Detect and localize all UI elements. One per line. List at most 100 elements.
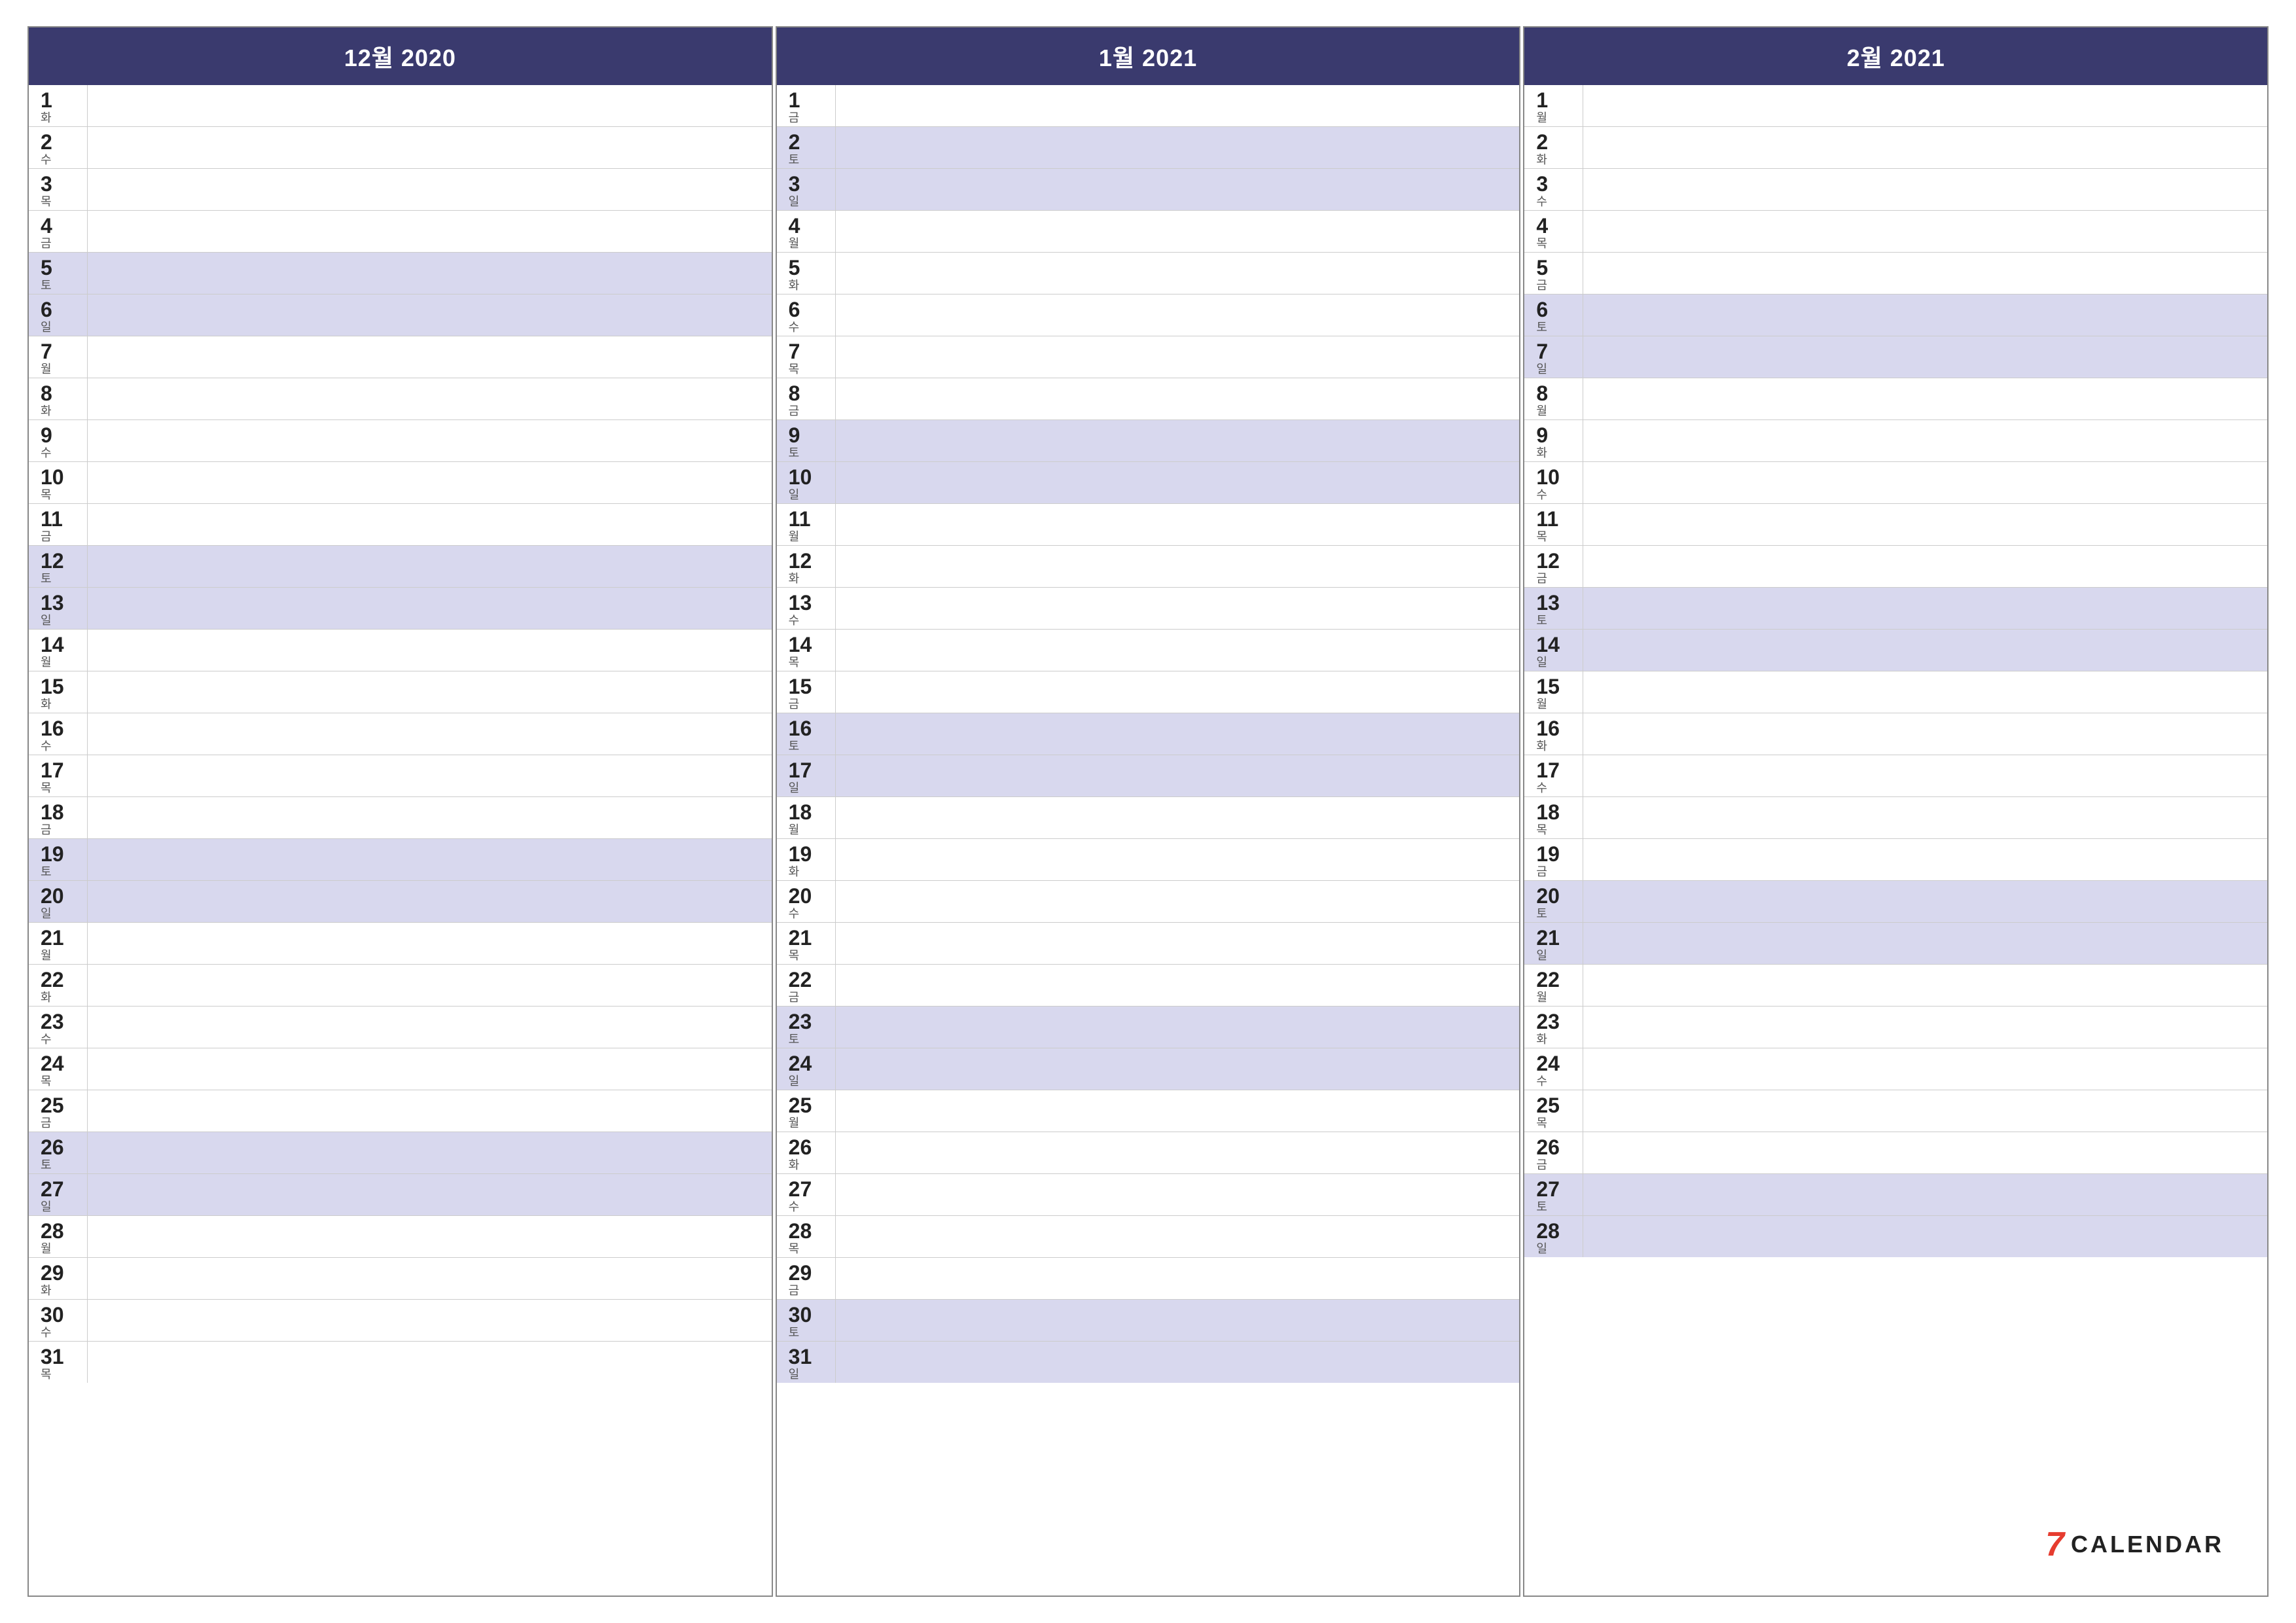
day-content-cell	[88, 839, 772, 880]
day-num: 11	[1536, 508, 1558, 531]
day-row: 2토	[777, 127, 1520, 169]
day-name: 목	[1536, 1117, 1547, 1130]
day-name: 화	[41, 112, 52, 125]
day-num: 21	[1536, 927, 1560, 950]
day-name: 토	[789, 154, 800, 167]
day-number-cell: 28월	[29, 1216, 88, 1257]
day-name: 일	[41, 321, 52, 334]
day-content-cell	[88, 546, 772, 587]
day-number-cell: 13수	[777, 588, 836, 629]
day-number-cell: 16화	[1524, 713, 1583, 755]
day-content-cell	[88, 169, 772, 210]
day-name: 월	[789, 531, 800, 544]
day-num: 19	[41, 843, 64, 866]
day-name: 금	[41, 238, 52, 251]
day-row: 2수	[29, 127, 772, 169]
day-num: 16	[1536, 717, 1560, 740]
day-name: 목	[789, 363, 800, 376]
day-number-cell: 26토	[29, 1132, 88, 1173]
day-number-cell: 9토	[777, 420, 836, 461]
day-row: 28월	[29, 1216, 772, 1258]
day-row: 23토	[777, 1007, 1520, 1048]
day-row: 5화	[777, 253, 1520, 294]
day-row: 14일	[1524, 630, 2267, 671]
day-number-cell: 12화	[777, 546, 836, 587]
day-number-cell: 13일	[29, 588, 88, 629]
day-number-cell: 14월	[29, 630, 88, 671]
day-num: 4	[1536, 215, 1548, 238]
day-num: 8	[41, 382, 52, 405]
day-content-cell	[1583, 420, 2267, 461]
day-content-cell	[88, 85, 772, 126]
day-content-cell	[88, 1174, 772, 1215]
day-content-cell	[1583, 755, 2267, 796]
day-row: 31일	[777, 1342, 1520, 1383]
day-number-cell: 20수	[777, 881, 836, 922]
day-name: 목	[41, 1368, 52, 1382]
day-number-cell: 5화	[777, 253, 836, 294]
day-number-cell: 31일	[777, 1342, 836, 1383]
day-num: 18	[41, 801, 64, 824]
day-name: 토	[41, 573, 52, 586]
day-content-cell	[836, 378, 1520, 419]
day-content-cell	[88, 671, 772, 713]
day-row: 9수	[29, 420, 772, 462]
day-row: 3수	[1524, 169, 2267, 211]
day-number-cell: 10수	[1524, 462, 1583, 503]
day-name: 화	[1536, 154, 1547, 167]
day-num: 7	[41, 340, 52, 363]
day-number-cell: 12금	[1524, 546, 1583, 587]
day-name: 수	[789, 1201, 800, 1214]
day-content-cell	[88, 713, 772, 755]
month-header-feb2021: 2월 2021	[1524, 27, 2267, 85]
day-num: 15	[1536, 675, 1560, 698]
month-col-feb2021: 2월 20211월2화3수4목5금6토7일8월9화10수11목12금13토14일…	[1523, 26, 2269, 1597]
day-row: 4목	[1524, 211, 2267, 253]
day-row: 8금	[777, 378, 1520, 420]
day-row: 21일	[1524, 923, 2267, 965]
day-content-cell	[836, 1090, 1520, 1132]
month-col-jan2021: 1월 20211금2토3일4월5화6수7목8금9토10일11월12화13수14목…	[776, 26, 1521, 1597]
day-content-cell	[836, 1300, 1520, 1341]
day-content-cell	[1583, 1216, 2267, 1257]
day-number-cell: 7월	[29, 336, 88, 378]
day-row: 22월	[1524, 965, 2267, 1007]
day-num: 9	[1536, 424, 1548, 447]
day-row: 17일	[777, 755, 1520, 797]
day-number-cell: 18목	[1524, 797, 1583, 838]
day-num: 27	[1536, 1178, 1560, 1201]
day-content-cell	[836, 713, 1520, 755]
day-num: 12	[41, 550, 64, 573]
day-content-cell	[836, 1048, 1520, 1090]
day-content-cell	[1583, 1132, 2267, 1173]
day-name: 월	[41, 1243, 52, 1256]
day-content-cell	[1583, 588, 2267, 629]
day-number-cell: 30토	[777, 1300, 836, 1341]
day-row: 13토	[1524, 588, 2267, 630]
day-content-cell	[836, 462, 1520, 503]
day-number-cell: 7일	[1524, 336, 1583, 378]
day-row: 20토	[1524, 881, 2267, 923]
day-row: 2화	[1524, 127, 2267, 169]
day-name: 목	[1536, 824, 1547, 837]
day-content-cell	[1583, 211, 2267, 252]
day-content-cell	[1583, 1007, 2267, 1048]
day-num: 11	[789, 508, 811, 531]
day-content-cell	[88, 1258, 772, 1299]
day-content-cell	[1583, 169, 2267, 210]
day-number-cell: 11금	[29, 504, 88, 545]
day-num: 8	[1536, 382, 1548, 405]
day-row: 6토	[1524, 294, 2267, 336]
day-name: 화	[1536, 740, 1547, 753]
day-number-cell: 9화	[1524, 420, 1583, 461]
day-number-cell: 29금	[777, 1258, 836, 1299]
month-header-jan2021: 1월 2021	[777, 27, 1520, 85]
day-row: 16수	[29, 713, 772, 755]
day-content-cell	[836, 1258, 1520, 1299]
day-row: 16화	[1524, 713, 2267, 755]
day-row: 24수	[1524, 1048, 2267, 1090]
day-num: 11	[41, 508, 63, 531]
day-num: 25	[1536, 1094, 1560, 1117]
day-name: 금	[789, 112, 800, 125]
day-row: 13일	[29, 588, 772, 630]
